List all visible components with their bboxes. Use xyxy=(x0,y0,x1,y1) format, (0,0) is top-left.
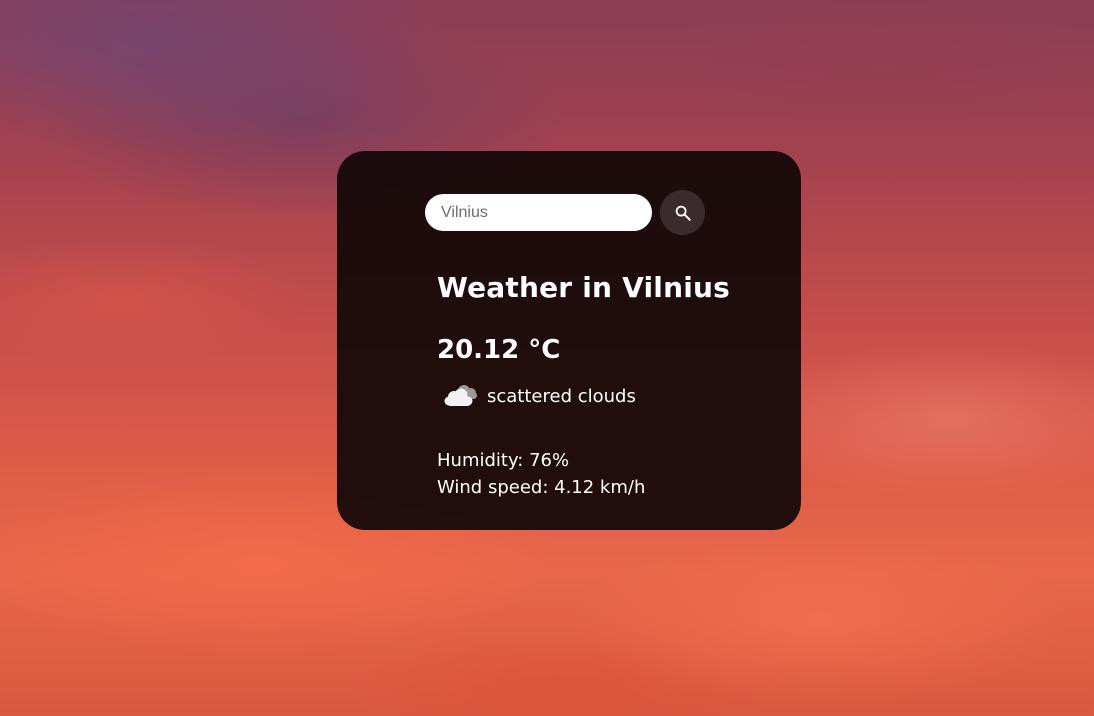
condition-row: scattered clouds xyxy=(441,381,636,411)
weather-details: Humidity: 76% Wind speed: 4.12 km/h xyxy=(437,447,645,501)
humidity: Humidity: 76% xyxy=(437,450,570,471)
temperature: 20.12 °C xyxy=(437,335,561,365)
wind-speed: Wind speed: 4.12 km/h xyxy=(437,477,646,498)
scattered-clouds-icon xyxy=(444,385,477,406)
city-title: Weather in Vilnius xyxy=(437,271,731,304)
search-bar xyxy=(425,190,705,235)
search-input[interactable] xyxy=(425,194,652,231)
search-button[interactable] xyxy=(660,190,705,235)
search-icon xyxy=(675,205,691,221)
weather-card: Weather in Vilnius 20.12 °C scattered cl… xyxy=(337,151,801,530)
condition-description: scattered clouds xyxy=(487,385,636,407)
